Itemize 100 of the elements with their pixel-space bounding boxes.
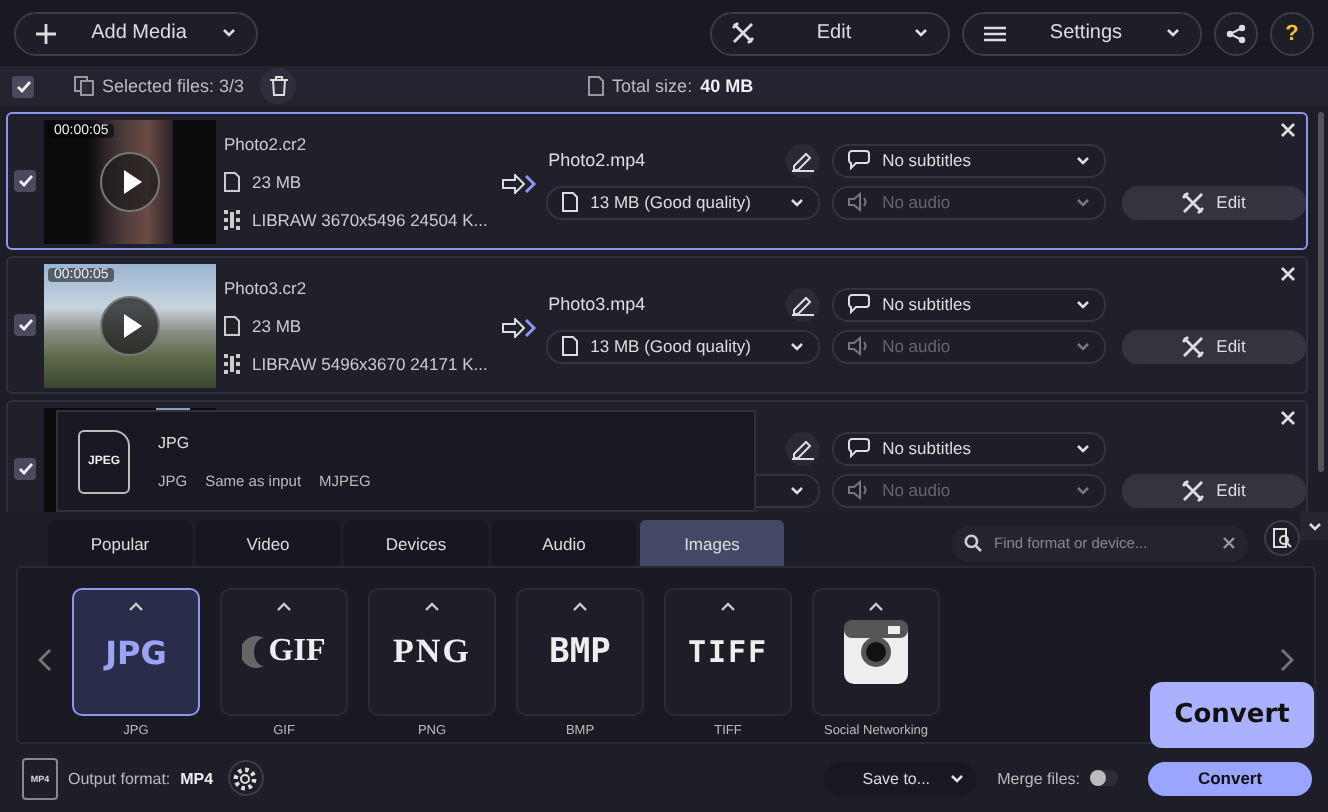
caret-icon: [1075, 341, 1090, 351]
clear-icon[interactable]: [1222, 536, 1236, 550]
close-button[interactable]: [1278, 120, 1298, 140]
format-tab[interactable]: Devices: [344, 520, 488, 566]
source-size: 23 MB: [252, 171, 302, 191]
speaker-icon: [848, 192, 871, 212]
total-size-label: Total size:: [612, 76, 693, 96]
speech-bubble-icon: [848, 294, 871, 314]
settings-dropdown[interactable]: Settings: [962, 11, 1202, 55]
edit-dropdown[interactable]: Edit: [710, 11, 950, 55]
play-icon: [122, 313, 142, 337]
camera-icon: [844, 620, 908, 684]
play-button[interactable]: [100, 295, 160, 355]
edit-button[interactable]: Edit: [1121, 185, 1306, 219]
output-filename: Photo2.mp4: [548, 150, 646, 170]
chevron-up-icon: [276, 602, 292, 612]
file-checkbox[interactable]: [14, 458, 36, 480]
caret-icon: [914, 28, 928, 38]
caret-icon: [1075, 155, 1090, 165]
speech-bubble-icon: [848, 150, 871, 170]
format-tile[interactable]: [812, 588, 940, 716]
format-tab[interactable]: Audio: [492, 520, 636, 566]
format-preview-button[interactable]: [1264, 519, 1300, 555]
caret-icon: [790, 485, 805, 495]
merge-files-toggle[interactable]: [1090, 770, 1118, 786]
edit-button[interactable]: Edit: [1121, 473, 1306, 507]
caret-icon: [1166, 28, 1180, 38]
chevron-up-icon: [128, 602, 144, 612]
tiff-logo: TIFF: [687, 634, 769, 670]
format-tile[interactable]: TIFF: [664, 588, 792, 716]
chevron-up-icon: [424, 602, 440, 612]
close-icon: [1280, 410, 1296, 426]
format-tile[interactable]: GIF: [220, 588, 348, 716]
caret-icon: [1307, 521, 1321, 531]
output-format-value[interactable]: MP4: [180, 769, 214, 787]
caret-icon: [1075, 485, 1090, 495]
settings-button[interactable]: [227, 760, 264, 796]
save-to-button[interactable]: Save to...: [823, 761, 976, 795]
quality-dropdown[interactable]: 13 MB (Good quality): [546, 185, 821, 219]
total-size-value: 40 MB: [700, 76, 754, 96]
format-tab[interactable]: Images: [640, 520, 784, 566]
trash-icon: [269, 76, 288, 96]
scrollbar[interactable]: [1318, 112, 1324, 472]
png-logo: PNG: [393, 632, 471, 672]
bmp-logo: BMP: [549, 632, 611, 672]
chevron-up-icon: [868, 602, 884, 612]
subtitles-dropdown[interactable]: No subtitles: [832, 143, 1106, 177]
chevron-up-icon: [572, 602, 588, 612]
format-tile[interactable]: JPG: [72, 588, 200, 716]
document-icon: [562, 192, 579, 212]
merge-files-label: Merge files:: [997, 769, 1080, 787]
gear-icon: [232, 765, 259, 791]
format-tab[interactable]: Video: [196, 520, 340, 566]
convert-arrow-icon: [501, 317, 538, 337]
tools-icon: [1182, 479, 1205, 501]
format-title: JPG: [158, 433, 192, 451]
format-tile[interactable]: BMP: [516, 588, 644, 716]
document-icon: [224, 315, 240, 335]
quality-dropdown[interactable]: 13 MB (Good quality): [546, 329, 821, 363]
close-button[interactable]: [1278, 264, 1298, 284]
delete-button[interactable]: [260, 68, 297, 104]
convert-button[interactable]: Convert: [1148, 761, 1312, 795]
selected-files-count: Selected files: 3/3: [102, 76, 245, 96]
document-icon: [224, 171, 240, 191]
output-filename: Photo3.mp4: [548, 294, 646, 314]
format-tile[interactable]: PNG: [368, 588, 496, 716]
select-all-checkbox[interactable]: [12, 75, 34, 97]
file-checkbox[interactable]: [14, 314, 36, 336]
film-icon: [224, 353, 240, 373]
rename-button[interactable]: [786, 431, 821, 465]
pencil-icon: [792, 149, 815, 171]
help-button[interactable]: ?: [1270, 11, 1314, 55]
edit-button[interactable]: Edit: [1121, 329, 1306, 363]
tools-icon: [1182, 335, 1205, 357]
convert-tooltip: Convert: [1150, 682, 1314, 748]
file-checkbox[interactable]: [14, 170, 36, 192]
subtitles-dropdown[interactable]: No subtitles: [832, 431, 1106, 465]
document-search-icon: [1272, 527, 1292, 547]
subtitles-dropdown[interactable]: No subtitles: [832, 287, 1106, 321]
source-filename: Photo2.cr2: [224, 133, 309, 153]
collapse-button[interactable]: [1300, 512, 1328, 540]
close-button[interactable]: [1278, 408, 1298, 428]
share-icon: [1226, 23, 1246, 43]
speech-bubble-icon: [848, 438, 871, 458]
convert-arrow-icon: [501, 173, 538, 193]
add-media-button[interactable]: Add Media: [14, 11, 258, 55]
source-size: 23 MB: [252, 315, 302, 335]
rename-button[interactable]: [786, 143, 821, 177]
caret-icon: [790, 341, 805, 351]
play-button[interactable]: [100, 151, 160, 211]
caret-icon: [222, 28, 236, 38]
speaker-icon: [848, 336, 871, 356]
format-tab[interactable]: Popular: [48, 520, 192, 566]
rename-button[interactable]: [786, 287, 821, 321]
film-icon: [224, 209, 240, 229]
play-icon: [122, 169, 142, 193]
codec-info: LIBRAW 5496x3670 24171 K...: [252, 353, 488, 373]
tools-icon: [1182, 191, 1205, 213]
caret-icon: [949, 773, 964, 783]
share-button[interactable]: [1214, 11, 1258, 55]
